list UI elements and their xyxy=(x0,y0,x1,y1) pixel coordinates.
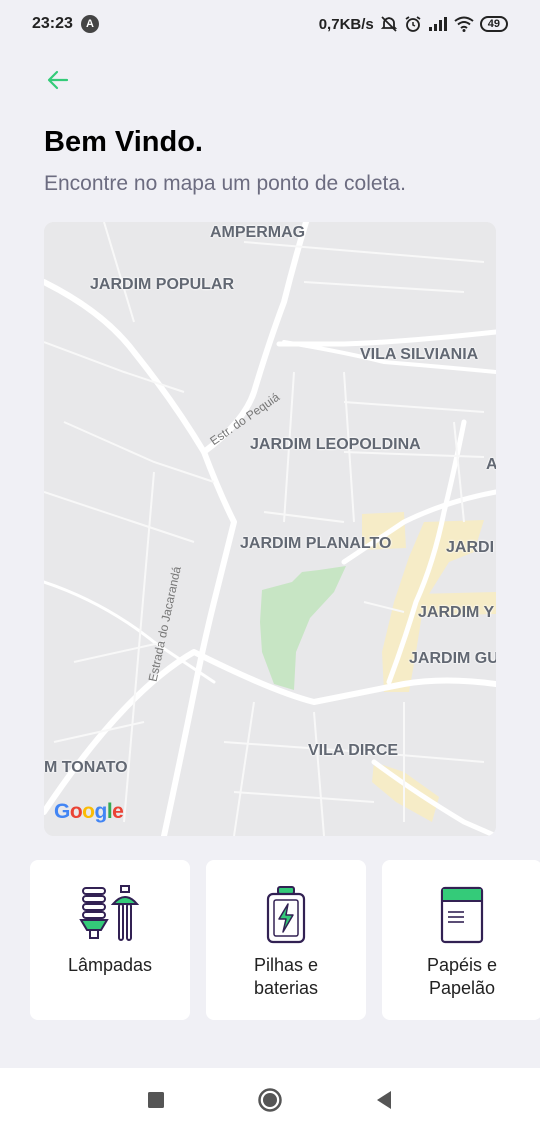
triangle-back-icon xyxy=(377,1091,391,1109)
google-logo-letter: o xyxy=(69,800,83,823)
item-lampadas[interactable]: Lâmpadas xyxy=(30,860,190,1020)
google-logo-letter: o xyxy=(82,800,95,823)
item-papeis-papelao[interactable]: Papéis e Papelão xyxy=(382,860,540,1020)
mute-icon xyxy=(380,15,398,33)
wifi-icon xyxy=(454,16,474,32)
item-label: Papéis e Papelão xyxy=(426,955,498,998)
map-label-jardim-leopoldina: JARDIM LEOPOLDINA xyxy=(250,436,421,453)
system-back-button[interactable] xyxy=(375,1090,393,1110)
map-label-jardim-y: JARDIM Y xyxy=(418,604,495,621)
status-time: 23:23 xyxy=(32,15,73,32)
items-list: Lâmpadas Pilhas e baterias Papéis e Pape xyxy=(30,860,540,1020)
notification-badge-icon: A xyxy=(80,15,99,33)
map[interactable]: AMPERMAG JARDIM POPULAR VILA SILVIANIA J… xyxy=(44,222,496,836)
network-speed: 0,7KB/s xyxy=(318,15,374,33)
item-label: Pilhas e baterias xyxy=(253,955,319,998)
status-left: 23:23 A xyxy=(32,15,99,33)
google-logo-letter: g xyxy=(94,800,108,823)
map-label-ampermag: AMPERMAG xyxy=(210,224,306,241)
home-button[interactable] xyxy=(257,1087,283,1113)
paper-icon xyxy=(440,860,484,950)
map-label-vila-silviania: VILA SILVIANIA xyxy=(360,346,479,363)
map-background xyxy=(44,222,496,836)
item-pilhas-baterias[interactable]: Pilhas e baterias xyxy=(206,860,366,1020)
map-label-jardim-guiomar: JARDIM GUIOMAR xyxy=(409,650,496,667)
page-title: Bem Vindo. xyxy=(44,126,203,158)
google-logo-letter: G xyxy=(54,800,70,823)
status-right: 0,7KB/s 49 xyxy=(319,15,508,33)
status-bar: 23:23 A 0,7KB/s 49 xyxy=(0,0,540,48)
back-button[interactable] xyxy=(40,64,76,96)
map-label-jardim-popular: JARDIM POPULAR xyxy=(90,276,235,293)
lamps-icon xyxy=(79,860,141,950)
system-nav-bar xyxy=(0,1068,540,1132)
item-label: Lâmpadas xyxy=(67,955,153,975)
google-logo: Google xyxy=(54,800,124,824)
map-label-vila-dirce: VILA DIRCE xyxy=(308,742,399,759)
page-subtitle: Encontre no mapa um ponto de coleta. xyxy=(44,172,406,195)
map-label-m-tonato: M TONATO xyxy=(44,759,128,776)
battery-item-icon xyxy=(265,860,307,950)
alarm-icon xyxy=(404,15,422,33)
map-label-jardim-suc: JARDI SUC xyxy=(446,539,496,556)
google-logo-letter: e xyxy=(112,800,124,823)
square-icon xyxy=(148,1092,164,1108)
recent-apps-button[interactable] xyxy=(147,1091,165,1109)
circle-icon xyxy=(258,1088,282,1112)
arrow-left-icon xyxy=(47,70,69,90)
battery-level: 49 xyxy=(479,16,508,32)
map-label-jardim-planalto: JARDIM PLANALTO xyxy=(240,535,392,552)
map-label-a: A xyxy=(486,456,496,473)
signal-icon xyxy=(428,16,448,32)
